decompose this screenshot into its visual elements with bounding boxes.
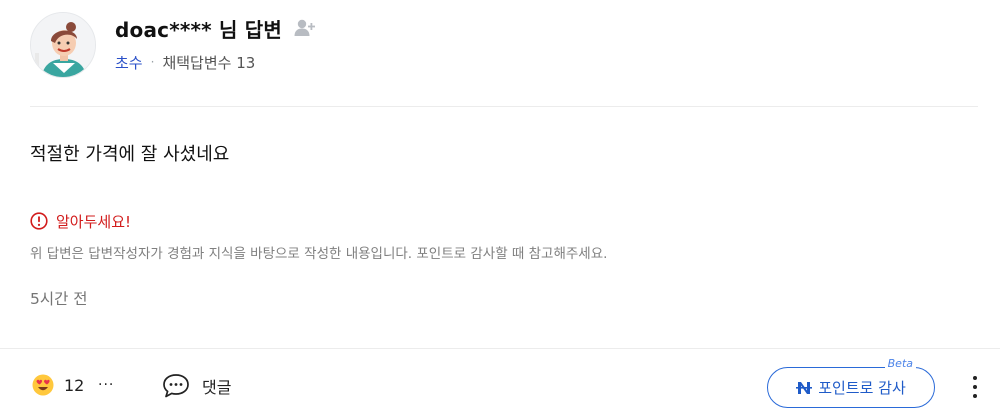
- answer-header: doac**** 님 답변 초수 · 채택답변수 13: [30, 12, 980, 92]
- alert-circle-icon: [30, 212, 48, 230]
- answer-footer: 12 ··· 댓글 Beta 포인트로 감사: [0, 349, 1000, 419]
- notice-title: 알아두세요!: [56, 212, 132, 231]
- thank-with-points-label: 포인트로 감사: [818, 379, 906, 397]
- meta-separator: ·: [150, 55, 155, 69]
- author-name[interactable]: doac**** 님 답변: [115, 14, 282, 43]
- comment-button[interactable]: 댓글: [162, 373, 231, 399]
- reaction-button[interactable]: 12: [32, 374, 84, 396]
- notice-title-row: 알아두세요!: [30, 210, 607, 232]
- divider: [30, 106, 978, 107]
- avatar-illustration: [31, 13, 95, 77]
- author-grade[interactable]: 초수: [115, 52, 143, 73]
- author-meta: 초수 · 채택답변수 13: [115, 52, 255, 72]
- author-name-row: doac**** 님 답변: [115, 14, 316, 42]
- answer-body: 적절한 가격에 잘 사셨네요: [30, 144, 230, 165]
- notice-box: 알아두세요! 위 답변은 답변작성자가 경험과 지식을 바탕으로 작성한 내용입…: [30, 210, 607, 262]
- avatar[interactable]: [30, 12, 96, 78]
- vertical-ellipsis-icon[interactable]: [966, 373, 984, 401]
- reaction-more-button[interactable]: ···: [98, 377, 114, 393]
- reaction-count: 12: [64, 375, 85, 395]
- add-user-icon[interactable]: [294, 18, 316, 38]
- beta-badge: Beta: [884, 357, 916, 370]
- speech-bubble-icon: [162, 373, 190, 399]
- answer-timestamp: 5시간 전: [30, 290, 88, 308]
- notice-text: 위 답변은 답변작성자가 경험과 지식을 바탕으로 작성한 내용입니다. 포인트…: [30, 246, 608, 262]
- adopted-answer-count: 채택답변수 13: [162, 53, 256, 72]
- thank-with-points-button[interactable]: Beta 포인트로 감사: [767, 357, 935, 408]
- comment-label: 댓글: [202, 378, 232, 397]
- n-points-icon: [796, 380, 813, 396]
- heart-eyes-emoji-icon: [32, 374, 54, 396]
